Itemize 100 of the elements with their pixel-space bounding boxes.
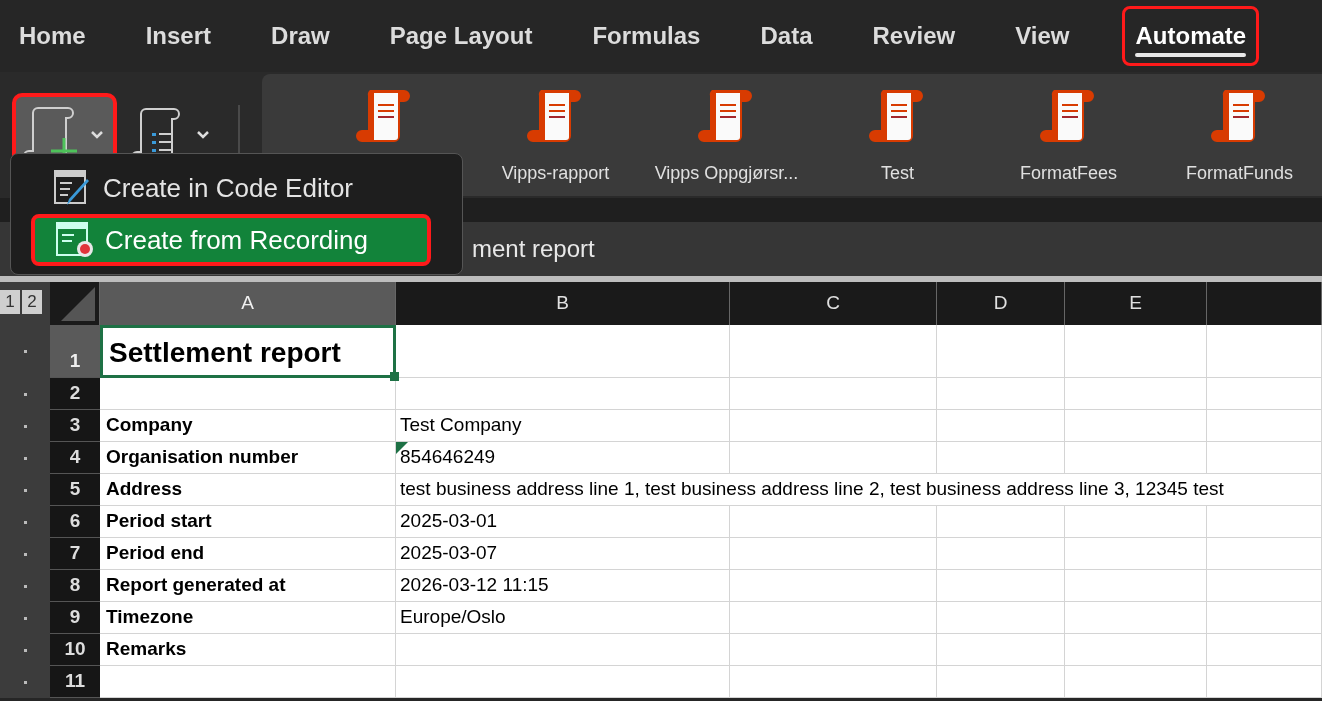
column-header[interactable]: A	[100, 282, 396, 325]
row-header[interactable]: 7	[50, 538, 100, 570]
spreadsheet-cell[interactable]	[396, 325, 730, 378]
spreadsheet-cell[interactable]	[1065, 538, 1207, 570]
row-header[interactable]: 6	[50, 506, 100, 538]
spreadsheet-cell[interactable]	[730, 602, 937, 634]
spreadsheet-cell[interactable]	[1207, 602, 1322, 634]
spreadsheet-cell[interactable]	[100, 666, 396, 698]
spreadsheet-cell[interactable]	[1207, 666, 1322, 698]
row-label: Report generated at	[106, 572, 286, 597]
ribbon-tab[interactable]: Insert	[138, 6, 219, 66]
spreadsheet-cell[interactable]	[730, 410, 937, 442]
spreadsheet-cell[interactable]	[1207, 442, 1322, 474]
spreadsheet-cell[interactable]	[1207, 378, 1322, 410]
spreadsheet-cell[interactable]: 2025-03-01	[396, 506, 730, 538]
spreadsheet-cell[interactable]	[1065, 634, 1207, 666]
spreadsheet-cell[interactable]	[1207, 570, 1322, 602]
column-header[interactable]: E	[1065, 282, 1207, 325]
script-button[interactable]: FormatFunds	[1157, 84, 1322, 188]
spreadsheet-cell[interactable]	[1065, 410, 1207, 442]
row-header[interactable]: 8	[50, 570, 100, 602]
script-button[interactable]: Vipps-rapport	[473, 84, 638, 188]
spreadsheet-cell[interactable]	[1065, 506, 1207, 538]
spreadsheet-cell[interactable]: Remarks	[100, 634, 396, 666]
spreadsheet-cell[interactable]	[730, 378, 937, 410]
spreadsheet-cell[interactable]	[1065, 378, 1207, 410]
column-header[interactable]	[1207, 282, 1322, 325]
menu-item[interactable]: Create from Recording	[31, 214, 431, 266]
script-button[interactable]: Test	[815, 84, 980, 188]
spreadsheet-cell[interactable]	[730, 325, 937, 378]
ribbon-tab[interactable]: Automate	[1122, 6, 1260, 66]
spreadsheet-cell[interactable]	[1207, 634, 1322, 666]
ribbon-tab[interactable]: View	[1008, 6, 1077, 66]
spreadsheet-cell[interactable]: Settlement report	[100, 325, 396, 378]
row-header[interactable]: 11	[50, 666, 100, 698]
cell-value: 2025-03-01	[400, 508, 498, 533]
spreadsheet-cell[interactable]: Report generated at	[100, 570, 396, 602]
spreadsheet-cell[interactable]: Organisation number	[100, 442, 396, 474]
spreadsheet-cell[interactable]	[1207, 538, 1322, 570]
spreadsheet-cell[interactable]	[937, 538, 1065, 570]
spreadsheet-cell[interactable]: 2025-03-07	[396, 538, 730, 570]
ribbon-tab[interactable]: Review	[865, 6, 963, 66]
column-header[interactable]: D	[937, 282, 1065, 325]
spreadsheet-cell[interactable]: 854646249	[396, 442, 730, 474]
spreadsheet-cell[interactable]	[730, 538, 937, 570]
spreadsheet-cell[interactable]	[1065, 666, 1207, 698]
spreadsheet-cell[interactable]	[937, 378, 1065, 410]
spreadsheet-cell[interactable]	[937, 410, 1065, 442]
ribbon-tab[interactable]: Data	[753, 6, 820, 66]
spreadsheet-cell[interactable]	[1207, 410, 1322, 442]
ribbon-tab[interactable]: Formulas	[585, 6, 708, 66]
spreadsheet-cell[interactable]	[396, 634, 730, 666]
spreadsheet-cell[interactable]	[937, 442, 1065, 474]
spreadsheet-cell[interactable]	[937, 634, 1065, 666]
spreadsheet-cell[interactable]	[937, 570, 1065, 602]
row-header[interactable]: 2	[50, 378, 100, 410]
ribbon-tab[interactable]: Home	[12, 6, 93, 66]
row-header[interactable]: 5	[50, 474, 100, 506]
ribbon-tab[interactable]: Draw	[264, 6, 337, 66]
spreadsheet-cell[interactable]: Address	[100, 474, 396, 506]
select-all-corner[interactable]	[50, 282, 100, 325]
spreadsheet-cell[interactable]	[730, 506, 937, 538]
spreadsheet-cell[interactable]	[937, 506, 1065, 538]
spreadsheet-cell[interactable]	[1065, 570, 1207, 602]
spreadsheet-cell[interactable]	[1065, 602, 1207, 634]
row-header[interactable]: 1	[50, 325, 100, 378]
menu-item[interactable]: Create in Code Editor	[11, 162, 462, 214]
column-header[interactable]: B	[396, 282, 730, 325]
spreadsheet-cell[interactable]: test business address line 1, test business address line 2, test business address line 3, 12345 test	[396, 474, 1322, 506]
row-header[interactable]: 3	[50, 410, 100, 442]
ribbon-tab[interactable]: Page Layout	[382, 6, 540, 66]
spreadsheet-cell[interactable]: Test Company	[396, 410, 730, 442]
script-button[interactable]: Vipps Oppgjørsr...	[644, 84, 809, 188]
outline-level-button[interactable]: 2	[22, 290, 42, 314]
spreadsheet-cell[interactable]	[1207, 325, 1322, 378]
row-header[interactable]: 10	[50, 634, 100, 666]
spreadsheet-cell[interactable]	[937, 602, 1065, 634]
spreadsheet-cell[interactable]: 2026-03-12 11:15	[396, 570, 730, 602]
outline-level-button[interactable]: 1	[0, 290, 20, 314]
spreadsheet-cell[interactable]	[937, 325, 1065, 378]
spreadsheet-cell[interactable]: Europe/Oslo	[396, 602, 730, 634]
spreadsheet-cell[interactable]: Company	[100, 410, 396, 442]
spreadsheet-cell[interactable]	[100, 378, 396, 410]
spreadsheet-cell[interactable]	[730, 442, 937, 474]
column-header[interactable]: C	[730, 282, 937, 325]
spreadsheet-cell[interactable]	[1065, 325, 1207, 378]
spreadsheet-cell[interactable]	[730, 634, 937, 666]
spreadsheet-cell[interactable]	[1207, 506, 1322, 538]
spreadsheet-cell[interactable]: Period start	[100, 506, 396, 538]
spreadsheet-cell[interactable]: Period end	[100, 538, 396, 570]
spreadsheet-cell[interactable]	[730, 666, 937, 698]
spreadsheet-cell[interactable]: Timezone	[100, 602, 396, 634]
row-header[interactable]: 4	[50, 442, 100, 474]
script-button[interactable]: FormatFees	[986, 84, 1151, 188]
spreadsheet-cell[interactable]	[1065, 442, 1207, 474]
row-header[interactable]: 9	[50, 602, 100, 634]
spreadsheet-cell[interactable]	[730, 570, 937, 602]
spreadsheet-cell[interactable]	[396, 378, 730, 410]
spreadsheet-cell[interactable]	[396, 666, 730, 698]
spreadsheet-cell[interactable]	[937, 666, 1065, 698]
